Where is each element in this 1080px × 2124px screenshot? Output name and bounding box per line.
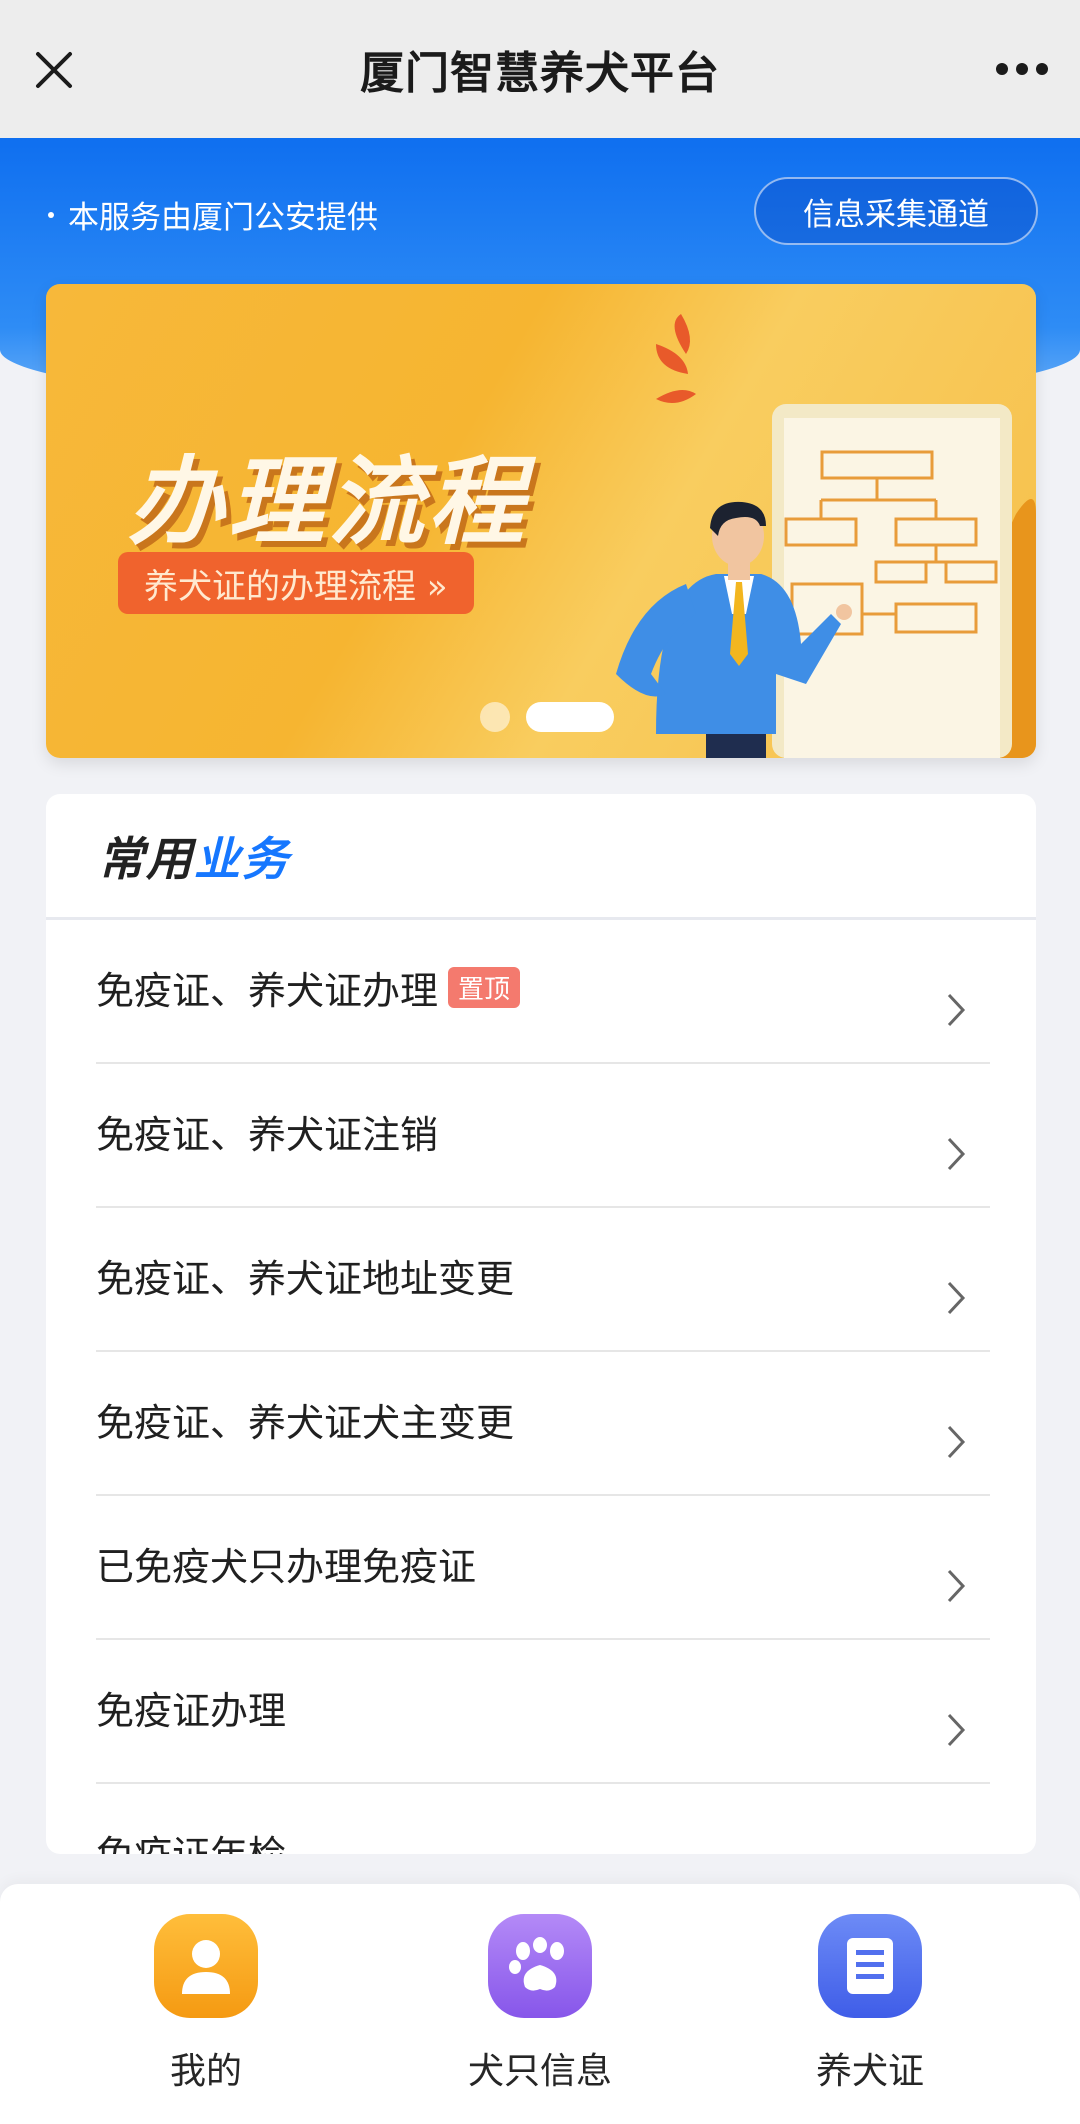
list-item[interactable]: 免疫证、养犬证犬主变更 (96, 1352, 990, 1496)
banner-subtitle-link[interactable]: 养犬证的办理流程 » (118, 552, 474, 614)
chevron-right-icon (947, 1569, 966, 1603)
list-item-label: 免疫证、养犬证犬主变更 (96, 1401, 515, 1445)
list-item-label-wrap: 免疫证、养犬证办理 置顶 (96, 960, 521, 1015)
list-item[interactable]: 免疫证、养犬证注销 (96, 1064, 990, 1208)
card-header: 常用业务 (46, 794, 1036, 920)
carousel-dot-1[interactable] (480, 702, 510, 732)
pinned-badge: 置顶 (448, 967, 521, 1008)
list-item-label: 免疫证年检 (96, 1824, 286, 1854)
document-icon (818, 1914, 922, 2018)
tab-label: 我的 (169, 2051, 242, 2092)
list-item[interactable]: 免疫证、养犬证办理 置顶 (96, 920, 990, 1064)
list-item-label: 免疫证、养犬证办理 (96, 969, 439, 1013)
provider-notice: 本服务由厦门公安提供 (48, 192, 378, 237)
chevron-right-icon (947, 1425, 966, 1459)
banner-title: 办理流程 (128, 446, 528, 558)
paw-icon (488, 1914, 592, 2018)
info-collection-button[interactable]: 信息采集通道 (754, 177, 1038, 245)
tab-label: 犬只信息 (467, 2051, 612, 2092)
chevron-right-icon (947, 993, 966, 1027)
card-title-part1: 常用 (98, 831, 194, 886)
card-title-part2: 业务 (194, 831, 290, 886)
provider-text: 本服务由厦门公安提供 (68, 200, 378, 236)
chevron-right-icon (947, 1281, 966, 1315)
list-item[interactable]: 已免疫犬只办理免疫证 (96, 1496, 990, 1640)
tab-label: 养犬证 (815, 2051, 924, 2092)
process-banner[interactable]: 办理流程 养犬证的办理流程 » (46, 284, 1036, 758)
list-item-label: 已免疫犬只办理免疫证 (96, 1545, 477, 1589)
list-item-label: 免疫证、养犬证地址变更 (96, 1257, 515, 1301)
service-list: 免疫证、养犬证办理 置顶 免疫证、养犬证注销 免疫证、养犬证地址变更 免疫证、养… (46, 920, 1036, 1854)
tab-mine[interactable]: 我的 (106, 1914, 306, 2094)
list-item[interactable]: 免疫证、养犬证地址变更 (96, 1208, 990, 1352)
close-icon[interactable] (34, 50, 74, 90)
bottom-tab-bar: 我的 犬只信息 养犬证 (0, 1884, 1080, 2124)
bullet-icon (48, 211, 54, 218)
list-item-label: 免疫证、养犬证注销 (96, 1113, 439, 1157)
list-item-label: 免疫证办理 (96, 1689, 287, 1733)
card-title: 常用业务 (98, 823, 290, 889)
businessman-flowchart-illustration (616, 314, 1036, 758)
chevron-right-icon (947, 1137, 966, 1171)
top-nav-bar: 厦门智慧养犬平台 (0, 0, 1080, 138)
tab-dog-license[interactable]: 养犬证 (770, 1914, 970, 2094)
list-item[interactable]: 免疫证办理 (96, 1640, 990, 1784)
tab-dog-info[interactable]: 犬只信息 (440, 1914, 640, 2094)
page-title: 厦门智慧养犬平台 (360, 48, 720, 99)
more-icon[interactable] (994, 56, 1050, 82)
carousel-dot-2[interactable] (526, 702, 614, 732)
common-services-card: 常用业务 免疫证、养犬证办理 置顶 免疫证、养犬证注销 免疫证、养犬证地址变更 … (46, 794, 1036, 1854)
list-item[interactable]: 免疫证年检 (96, 1784, 990, 1854)
carousel-indicator (480, 702, 614, 732)
person-icon (154, 1914, 258, 2018)
chevron-right-icon (947, 1713, 966, 1747)
